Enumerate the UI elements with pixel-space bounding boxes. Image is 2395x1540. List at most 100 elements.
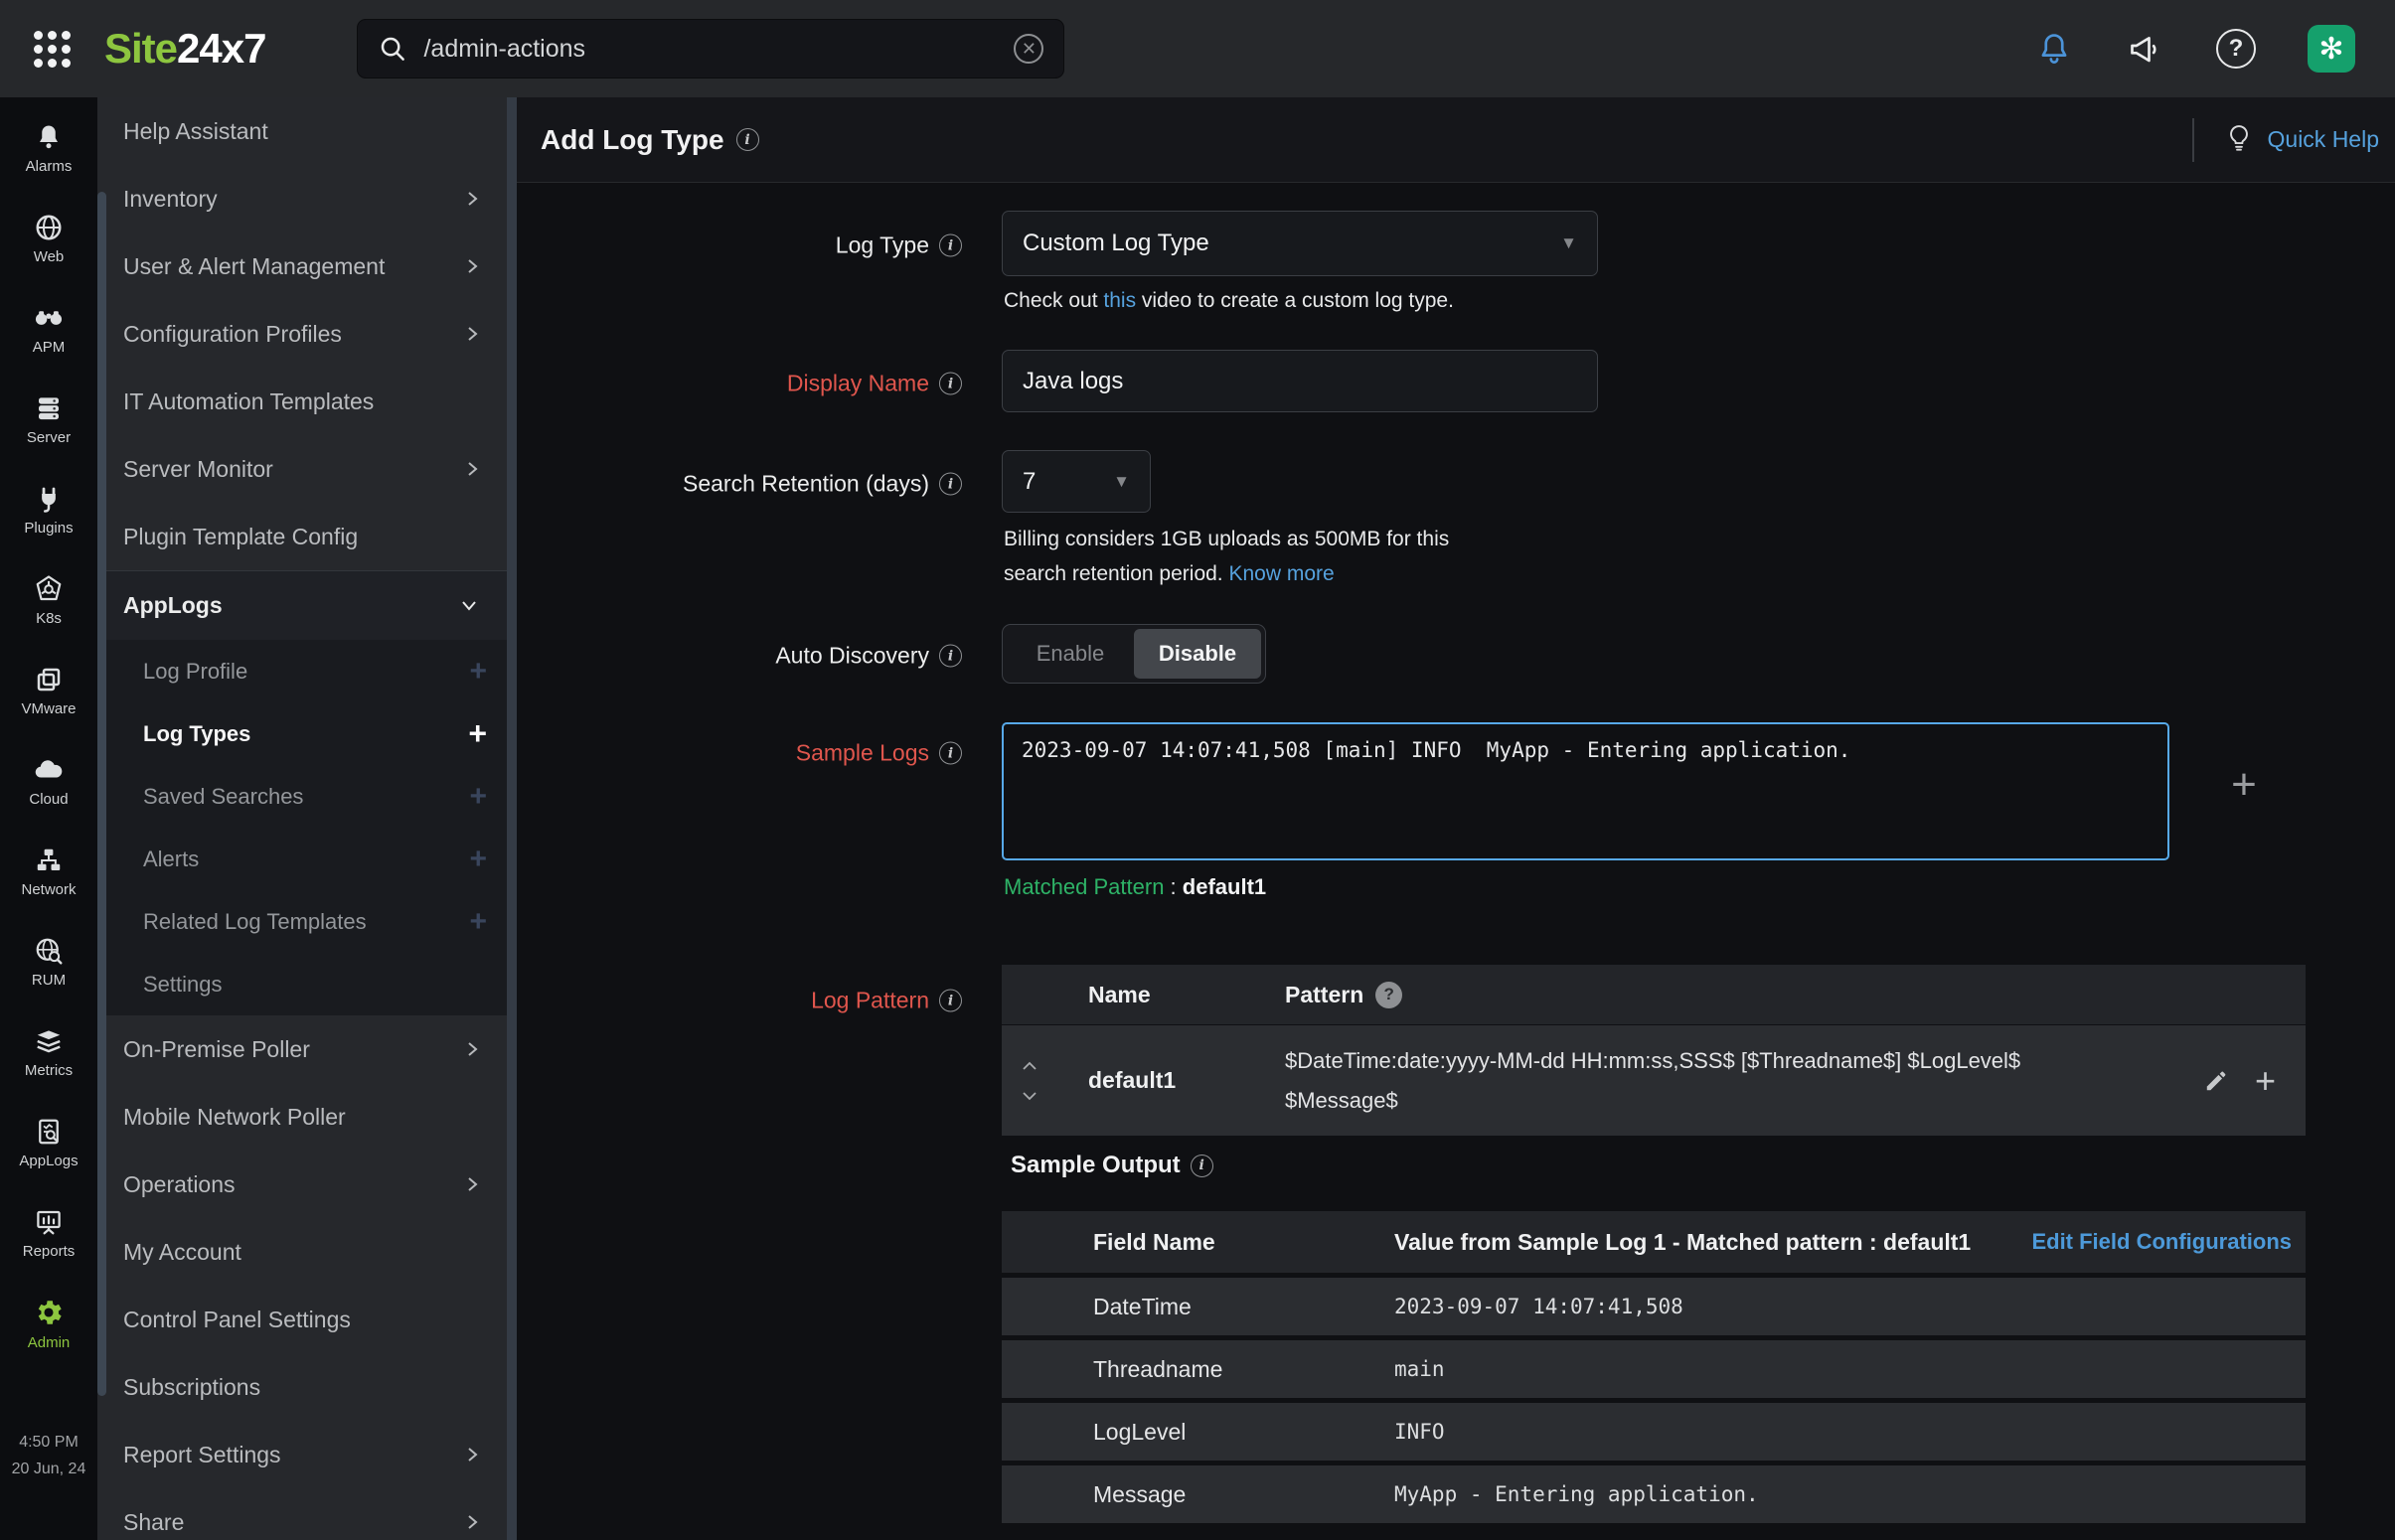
sidebar-item-label: Saved Searches <box>143 783 304 809</box>
rail-item-cloud[interactable]: Cloud <box>0 736 97 827</box>
sidebar-divider <box>507 97 517 1540</box>
quick-help-button[interactable]: Quick Help <box>2191 117 2379 162</box>
sample-logs-textarea[interactable]: 2023-09-07 14:07:41,508 [main] INFO MyAp… <box>1002 722 2169 860</box>
sidebar-item-my-account[interactable]: My Account <box>97 1218 517 1286</box>
search-clear-icon[interactable]: ✕ <box>1014 34 1044 64</box>
sidebar-item-log-types[interactable]: Log Types + <box>97 702 517 765</box>
rail-item-apm[interactable]: APM <box>0 284 97 375</box>
sidebar-item-related-log-templates[interactable]: Related Log Templates + <box>97 890 517 953</box>
vmware-boxes-icon <box>34 665 64 694</box>
add-sample-log-button[interactable]: + <box>2216 757 2272 813</box>
network-nodes-icon <box>34 846 64 875</box>
site24x7-logo[interactable]: Site24x7 <box>104 25 266 73</box>
table-row: DateTime 2023-09-07 14:07:41,508 <box>1002 1278 2306 1335</box>
move-down-icon[interactable] <box>1020 1090 1039 1103</box>
sidebar-section-applogs[interactable]: AppLogs <box>97 570 517 640</box>
sidebar-scrollbar[interactable] <box>97 192 106 1396</box>
app-root: Site24x7 /admin-actions ✕ ? ✻ Alarms Web… <box>0 0 2395 1540</box>
rail-item-admin[interactable]: Admin <box>0 1279 97 1369</box>
rail-item-metrics[interactable]: Metrics <box>0 1007 97 1098</box>
disable-option[interactable]: Disable <box>1134 629 1261 679</box>
log-type-value: Custom Log Type <box>1023 230 1209 256</box>
auto-discovery-info-icon[interactable]: i <box>939 644 962 668</box>
rail-item-label: Server <box>26 429 72 446</box>
edit-pattern-pencil-icon[interactable] <box>2203 1068 2229 1094</box>
reports-board-icon <box>34 1207 64 1237</box>
note-text: search retention period. <box>1004 562 1229 585</box>
log-type-info-icon[interactable]: i <box>939 233 962 257</box>
sidebar-item-on-premise-poller[interactable]: On-Premise Poller <box>97 1015 517 1083</box>
sample-logs-info-icon[interactable]: i <box>939 741 962 765</box>
sidebar-item-inventory[interactable]: Inventory <box>97 165 517 232</box>
search-retention-info-icon[interactable]: i <box>939 472 962 496</box>
rail-item-vmware[interactable]: VMware <box>0 646 97 736</box>
search-input[interactable]: /admin-actions <box>423 35 1014 64</box>
announcements-megaphone-icon[interactable] <box>2125 29 2164 69</box>
rail-item-network[interactable]: Network <box>0 827 97 917</box>
rail-item-applogs[interactable]: AppLogs <box>0 1098 97 1188</box>
rail-item-alarms[interactable]: Alarms <box>0 103 97 194</box>
log-type-label: Log Type i <box>517 232 962 259</box>
add-alert-icon[interactable]: + <box>469 843 487 876</box>
add-log-type-icon[interactable]: + <box>468 715 487 752</box>
search-retention-label: Search Retention (days) i <box>517 471 962 498</box>
app-grid-icon[interactable] <box>34 30 71 68</box>
page-title-info-icon[interactable]: i <box>735 128 759 151</box>
global-search[interactable]: /admin-actions ✕ <box>357 19 1065 78</box>
rail-item-k8s[interactable]: K8s <box>0 555 97 646</box>
current-date: 20 Jun, 24 <box>11 1460 86 1477</box>
add-related-log-template-icon[interactable]: + <box>469 905 487 939</box>
label-text: Log Type <box>835 231 929 258</box>
help-icon[interactable]: ? <box>2216 29 2256 69</box>
rail-item-plugins[interactable]: Plugins <box>0 465 97 555</box>
sidebar-item-alerts[interactable]: Alerts + <box>97 828 517 890</box>
sidebar-item-operations[interactable]: Operations <box>97 1151 517 1218</box>
rail-item-label: Network <box>21 881 77 898</box>
move-up-icon[interactable] <box>1020 1059 1039 1072</box>
sidebar-item-subscriptions[interactable]: Subscriptions <box>97 1353 517 1421</box>
sidebar-item-control-panel-settings[interactable]: Control Panel Settings <box>97 1286 517 1353</box>
sidebar-item-saved-searches[interactable]: Saved Searches + <box>97 765 517 828</box>
pattern-name: default1 <box>1088 1067 1177 1093</box>
sidebar-item-report-settings[interactable]: Report Settings <box>97 1421 517 1488</box>
sidebar-item-user-alert-management[interactable]: User & Alert Management <box>97 232 517 300</box>
sidebar-item-help-assistant[interactable]: Help Assistant <box>97 97 517 165</box>
sidebar-item-label: On-Premise Poller <box>123 1035 310 1062</box>
log-type-select[interactable]: Custom Log Type ▼ <box>1002 211 1598 276</box>
rail-item-server[interactable]: Server <box>0 375 97 465</box>
edit-field-configurations-link[interactable]: Edit Field Configurations <box>2031 1229 2306 1255</box>
user-avatar[interactable]: ✻ <box>2308 25 2355 73</box>
sidebar-item-configuration-profiles[interactable]: Configuration Profiles <box>97 300 517 368</box>
rail-item-rum[interactable]: RUM <box>0 917 97 1007</box>
table-row: LogLevel INFO <box>1002 1403 2306 1461</box>
sidebar-item-plugin-template-config[interactable]: Plugin Template Config <box>97 503 517 570</box>
rail-item-web[interactable]: Web <box>0 194 97 284</box>
table-row: Message MyApp - Entering application. <box>1002 1465 2306 1523</box>
know-more-link[interactable]: Know more <box>1228 562 1334 585</box>
video-link[interactable]: this <box>1103 289 1136 312</box>
add-pattern-icon[interactable]: + <box>2255 1060 2276 1102</box>
sample-output-info-icon[interactable]: i <box>1190 1154 1213 1177</box>
sidebar-item-log-profile[interactable]: Log Profile + <box>97 640 517 702</box>
display-name-input[interactable]: Java logs <box>1002 350 1598 412</box>
admin-sidebar: Help Assistant Inventory User & Alert Ma… <box>97 97 517 1540</box>
sidebar-item-mobile-network-poller[interactable]: Mobile Network Poller <box>97 1083 517 1151</box>
gear-icon <box>33 1297 65 1328</box>
log-pattern-info-icon[interactable]: i <box>939 989 962 1012</box>
rail-item-reports[interactable]: Reports <box>0 1188 97 1279</box>
enable-option[interactable]: Enable <box>1007 629 1134 679</box>
sidebar-item-it-automation-templates[interactable]: IT Automation Templates <box>97 368 517 435</box>
sidebar-item-share[interactable]: Share <box>97 1488 517 1540</box>
sidebar-item-server-monitor[interactable]: Server Monitor <box>97 435 517 503</box>
display-name-info-icon[interactable]: i <box>939 372 962 395</box>
sidebar-section-label: AppLogs <box>123 592 223 618</box>
search-retention-select[interactable]: 7 ▼ <box>1002 450 1151 513</box>
log-pattern-table-header: Name Pattern ? <box>1002 965 2306 1024</box>
pattern-help-icon[interactable]: ? <box>1375 981 1403 1008</box>
rail-item-label: Web <box>33 248 65 265</box>
add-log-profile-icon[interactable]: + <box>469 655 487 689</box>
notifications-bell-icon[interactable] <box>2035 30 2073 68</box>
add-saved-search-icon[interactable]: + <box>469 780 487 814</box>
sidebar-item-settings[interactable]: Settings <box>97 953 517 1015</box>
chevron-right-icon <box>464 322 481 346</box>
